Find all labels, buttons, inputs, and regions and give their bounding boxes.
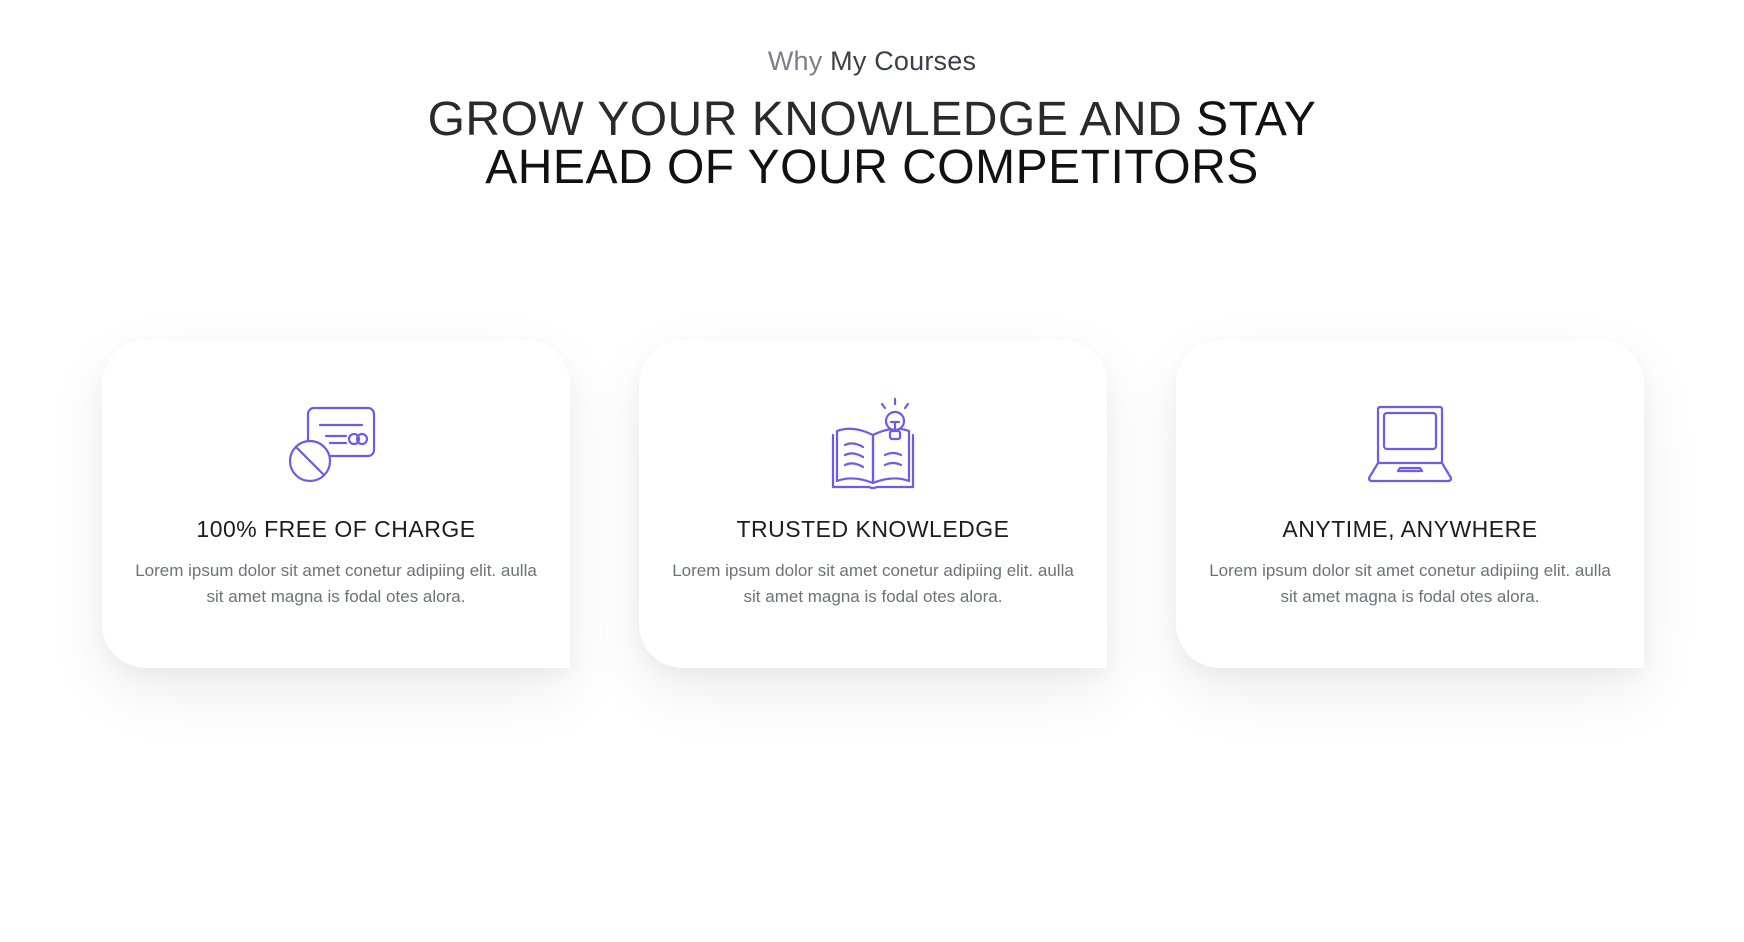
headline-light-text: GROW YOUR KNOWLEDGE AND xyxy=(427,93,1183,146)
headline-bold-text-1: STAY xyxy=(1196,93,1317,146)
laptop-icon xyxy=(1360,395,1460,495)
feature-card-free: 100% FREE OF CHARGE Lorem ipsum dolor si… xyxy=(102,340,570,668)
feature-cards: 100% FREE OF CHARGE Lorem ipsum dolor si… xyxy=(102,340,1644,668)
card-description: Lorem ipsum dolor sit amet conetur adipi… xyxy=(1209,561,1611,606)
eyebrow-highlight: My Courses xyxy=(830,46,977,76)
card-title: 100% FREE OF CHARGE xyxy=(196,516,476,542)
credit-card-blocked-icon xyxy=(286,395,386,495)
card-title: ANYTIME, ANYWHERE xyxy=(1282,516,1538,542)
card-description: Lorem ipsum dolor sit amet conetur adipi… xyxy=(672,561,1074,606)
feature-card-trusted: TRUSTED KNOWLEDGE Lorem ipsum dolor sit … xyxy=(639,340,1107,668)
headline-bold-text-2: AHEAD OF YOUR COMPETITORS xyxy=(485,141,1259,194)
feature-card-anytime: ANYTIME, ANYWHERE Lorem ipsum dolor sit … xyxy=(1176,340,1644,668)
open-book-lightbulb-icon xyxy=(823,395,923,495)
card-description: Lorem ipsum dolor sit amet conetur adipi… xyxy=(135,561,537,606)
card-title: TRUSTED KNOWLEDGE xyxy=(736,516,1010,542)
section-eyebrow: Why My Courses xyxy=(0,46,1744,77)
page: Why My Courses GROW YOUR KNOWLEDGE AND S… xyxy=(0,0,1744,942)
eyebrow-prefix: Why xyxy=(767,46,823,76)
section-headline: GROW YOUR KNOWLEDGE AND STAY AHEAD OF YO… xyxy=(0,96,1744,192)
